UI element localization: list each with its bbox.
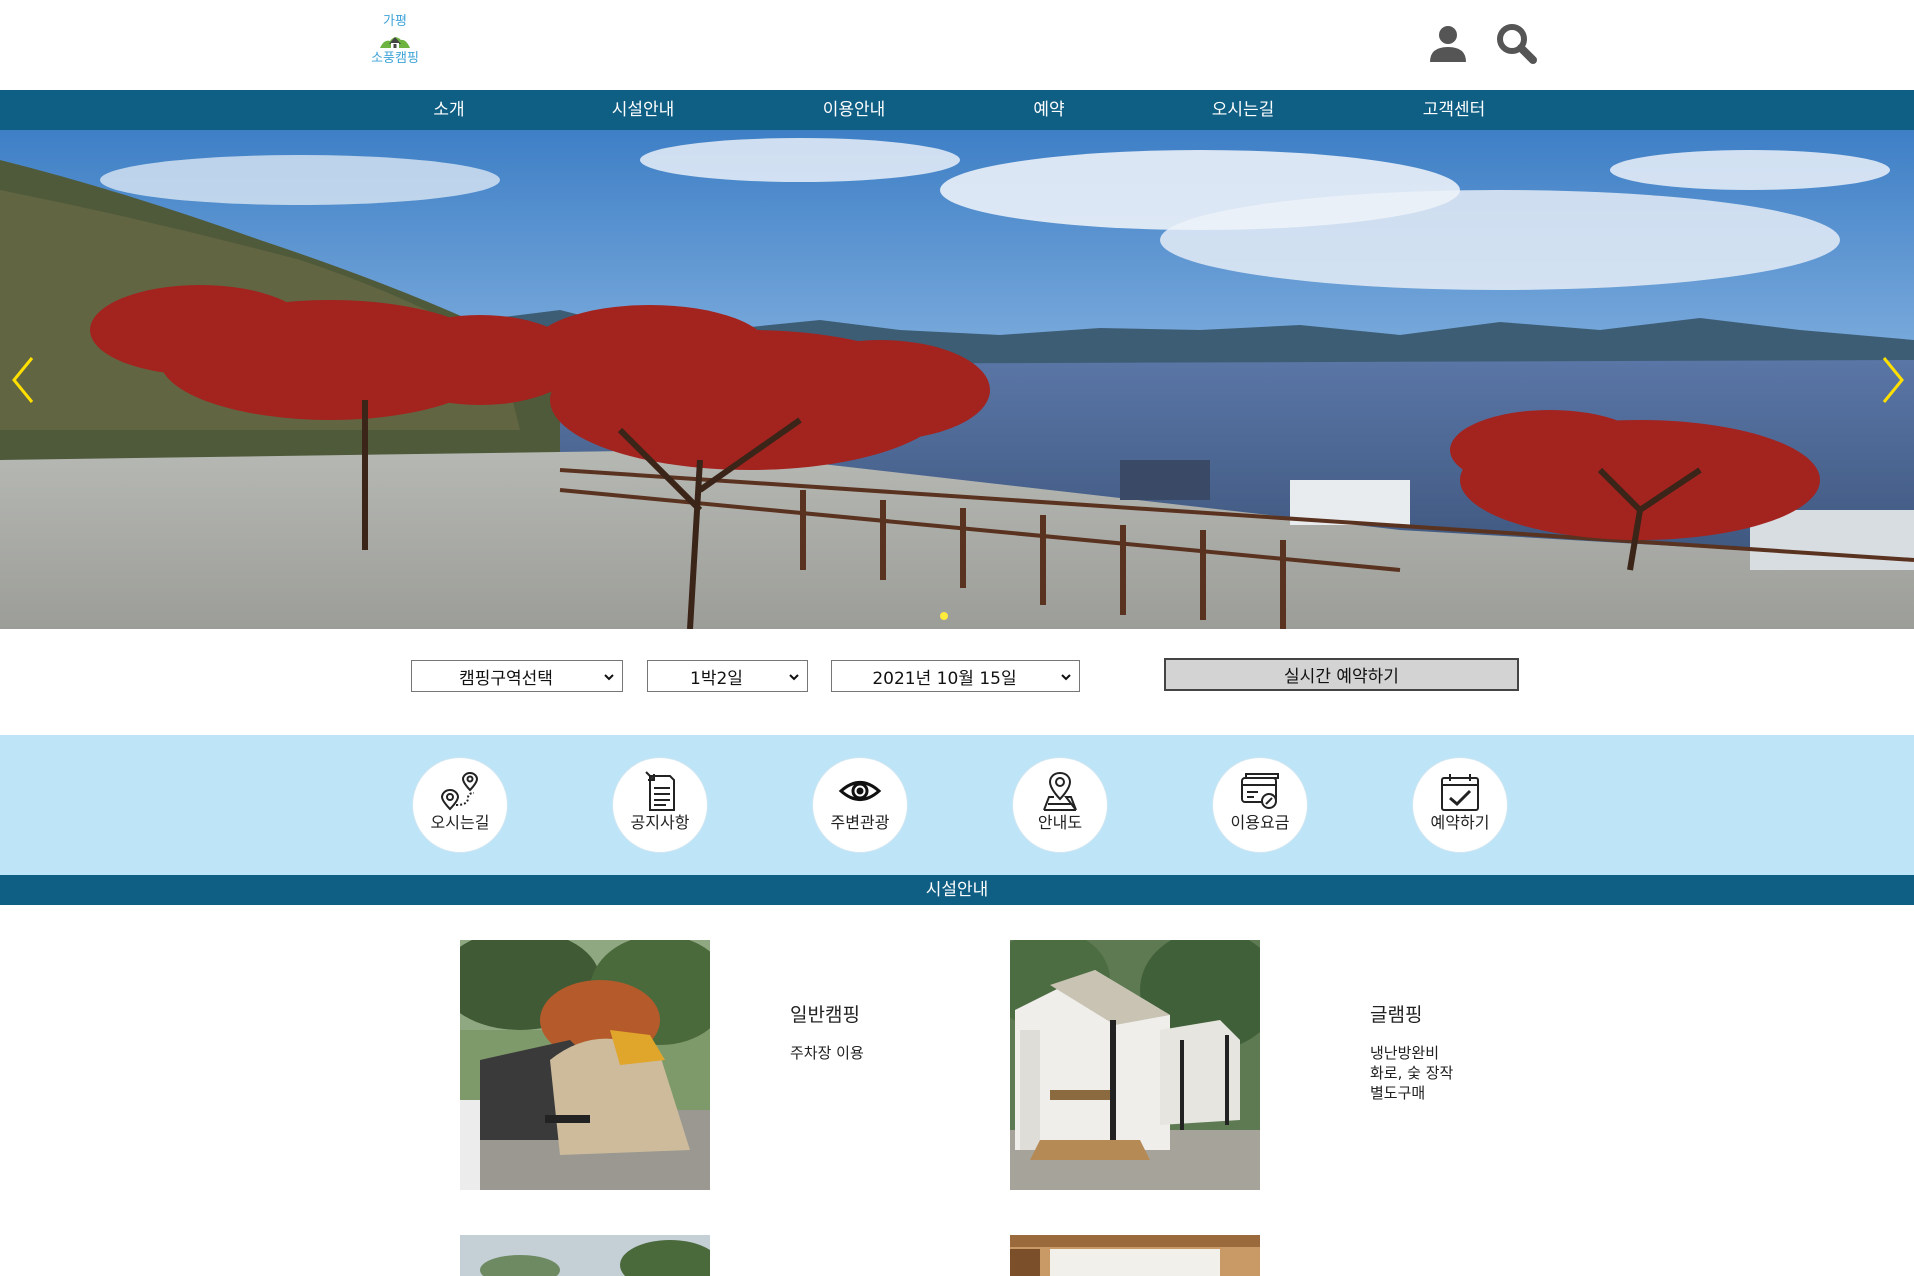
route-pin-icon: [440, 771, 479, 811]
facility-description-line: 화로, 숯 장작: [1370, 1064, 1454, 1082]
facility-image-partial-2[interactable]: [1010, 1235, 1260, 1276]
date-select-value: 2021년 10월 15일: [872, 668, 1017, 689]
facility-title: 일반캠핑: [790, 1004, 860, 1026]
facility-image-partial-1[interactable]: [460, 1235, 710, 1276]
quick-link-notice[interactable]: 공지사항: [612, 757, 708, 853]
booking-bar: 캠핑구역선택 1박2일 2021년 10월 15일 실시간 예약하기: [0, 629, 1914, 735]
hero-pagination-dot[interactable]: [940, 612, 948, 620]
quick-link-reservation[interactable]: 예약하기: [1412, 757, 1508, 853]
header-actions: [1426, 22, 1538, 66]
logo-line-2: 소풍캠핑: [371, 51, 419, 66]
page: 가평 소풍캠핑 소개 시설안내 이용안내 예약 오시는길 고객센터 캠핑구역선택…: [0, 0, 1914, 1276]
quick-link-directions[interactable]: 오시는길: [412, 757, 508, 853]
facility-photo-partial: [460, 1235, 710, 1276]
facility-description: 냉난방완비 화로, 숯 장작 별도구매: [1370, 1043, 1453, 1103]
main-nav: 소개 시설안내 이용안내 예약 오시는길 고객센터: [0, 90, 1914, 130]
chevron-down-icon: [789, 674, 799, 681]
facility-photo-partial: [1010, 1235, 1260, 1276]
glamping-tent-photo: [1010, 940, 1260, 1190]
eye-icon: [838, 781, 882, 801]
nav-item-support[interactable]: 고객센터: [1423, 90, 1486, 130]
payment-card-icon: [1241, 773, 1279, 809]
site-logo[interactable]: 가평 소풍캠핑: [360, 14, 430, 76]
logo-line-1: 가평: [383, 14, 407, 29]
chevron-down-icon: [1061, 674, 1071, 681]
date-select[interactable]: 2021년 10월 15일: [831, 660, 1080, 692]
quick-link-label: 주변관광: [830, 813, 890, 832]
facility-image-glamping[interactable]: [1010, 940, 1260, 1190]
quick-link-guide-map[interactable]: 안내도: [1012, 757, 1108, 853]
nights-select-value: 1박2일: [690, 668, 743, 689]
map-pin-icon: [1043, 771, 1077, 811]
hero-image: [0, 130, 1914, 629]
hero-next-arrow-icon[interactable]: [1874, 350, 1910, 410]
quick-link-label: 이용요금: [1230, 813, 1290, 832]
nav-item-directions[interactable]: 오시는길: [1212, 90, 1275, 130]
realtime-reserve-button[interactable]: 실시간 예약하기: [1164, 658, 1519, 691]
quick-link-label: 예약하기: [1430, 813, 1490, 832]
search-icon[interactable]: [1494, 22, 1538, 66]
facility-title: 글램핑: [1370, 1004, 1423, 1026]
notice-document-icon: [645, 771, 675, 811]
section-title-bar: 시설안내: [0, 875, 1914, 905]
facility-description: 주차장 이용: [790, 1043, 864, 1063]
nav-item-usage[interactable]: 이용안내: [823, 90, 886, 130]
user-icon[interactable]: [1426, 22, 1470, 66]
facility-description-line: 별도구매: [1370, 1084, 1426, 1102]
quick-links: 오시는길 공지사항 주변관광 안내도 이용요금 예약하기: [0, 735, 1914, 875]
quick-link-fees[interactable]: 이용요금: [1212, 757, 1308, 853]
camping-zone-select[interactable]: 캠핑구역선택: [411, 660, 623, 692]
chevron-down-icon: [604, 674, 614, 681]
quick-link-label: 공지사항: [630, 813, 690, 832]
quick-link-tourism[interactable]: 주변관광: [812, 757, 908, 853]
camping-tent-photo: [460, 940, 710, 1190]
quick-link-label: 안내도: [1037, 813, 1083, 832]
quick-link-label: 오시는길: [430, 813, 490, 832]
facility-description-line: 냉난방완비: [1370, 1044, 1440, 1062]
logo-house-icon: [380, 37, 410, 48]
nav-item-facilities[interactable]: 시설안내: [612, 90, 675, 130]
section-title: 시설안내: [925, 880, 989, 900]
nav-item-reservation[interactable]: 예약: [1033, 90, 1064, 130]
facility-description-line: 주차장 이용: [790, 1044, 864, 1062]
hero-slider: [0, 130, 1914, 629]
camping-zone-select-value: 캠핑구역선택: [459, 668, 553, 689]
nights-select[interactable]: 1박2일: [647, 660, 808, 692]
site-header: 가평 소풍캠핑: [0, 0, 1914, 90]
facility-image-general-camping[interactable]: [460, 940, 710, 1190]
nav-item-intro[interactable]: 소개: [433, 90, 464, 130]
calendar-check-icon: [1441, 774, 1479, 811]
hero-prev-arrow-icon[interactable]: [6, 350, 42, 410]
